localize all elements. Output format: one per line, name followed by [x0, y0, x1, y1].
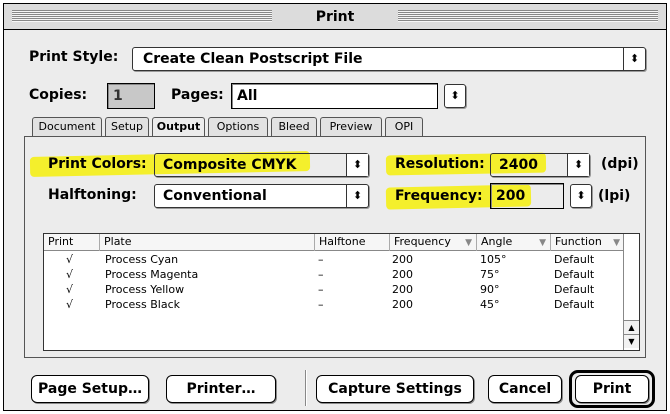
- window-title: Print: [272, 6, 398, 28]
- table-row[interactable]: √ Process Yellow – 200 90° Default: [44, 283, 624, 297]
- button-separator: [305, 370, 307, 406]
- column-header-plate[interactable]: Plate: [100, 234, 315, 251]
- frequency-value: 200: [392, 253, 413, 266]
- halftone-value: –: [318, 283, 324, 296]
- print-dialog: Print Print Style: Create Clean Postscri…: [3, 3, 667, 411]
- sort-arrow-icon: ▼: [539, 238, 546, 248]
- tab-document[interactable]: Document: [32, 117, 102, 136]
- column-header-function-label: Function: [555, 235, 602, 248]
- copies-field[interactable]: 1: [107, 83, 155, 109]
- plate-name: Process Magenta: [105, 268, 199, 281]
- table-row[interactable]: √ Process Magenta – 200 75° Default: [44, 268, 624, 282]
- frequency-popup-button[interactable]: ⬍: [570, 184, 592, 208]
- pages-field[interactable]: All: [231, 83, 438, 109]
- frequency-value: 200: [392, 268, 413, 281]
- print-button[interactable]: Print: [575, 375, 649, 403]
- print-colors-label: Print Colors:: [48, 156, 147, 172]
- title-stripes-right: [398, 10, 658, 22]
- frequency-value: 200: [496, 188, 526, 204]
- print-style-value: Create Clean Postscript File: [143, 51, 363, 67]
- table-row[interactable]: √ Process Black – 200 45° Default: [44, 298, 624, 312]
- pages-popup-button[interactable]: ⬍: [444, 84, 466, 108]
- plate-name: Process Cyan: [105, 253, 179, 266]
- function-value: Default: [554, 268, 595, 281]
- tab-bleed[interactable]: Bleed: [271, 117, 317, 136]
- tab-setup[interactable]: Setup: [105, 117, 149, 136]
- vertical-scrollbar[interactable]: ▲ ▼: [623, 234, 639, 350]
- double-arrow-icon: ⬍: [346, 154, 368, 176]
- pages-label: Pages:: [171, 87, 224, 103]
- column-header-frequency[interactable]: Frequency ▼: [390, 234, 477, 251]
- resolution-unit: (dpi): [601, 156, 639, 172]
- title-bar[interactable]: Print: [4, 4, 666, 30]
- print-colors-value: Composite CMYK: [163, 157, 297, 173]
- copies-label: Copies:: [29, 87, 88, 103]
- double-arrow-icon: ⬍: [450, 89, 460, 102]
- column-header-function[interactable]: Function ▼: [551, 234, 624, 251]
- capture-settings-button[interactable]: Capture Settings: [316, 375, 474, 403]
- print-style-select[interactable]: Create Clean Postscript File ⬍: [132, 47, 646, 71]
- double-arrow-icon: ⬍: [346, 185, 368, 207]
- halftoning-label: Halftoning:: [48, 187, 137, 203]
- print-check-icon[interactable]: √: [66, 298, 73, 312]
- print-check-icon[interactable]: √: [66, 283, 73, 297]
- scroll-up-icon[interactable]: ▲: [624, 320, 639, 334]
- page-setup-button[interactable]: Page Setup…: [31, 375, 149, 403]
- function-value: Default: [554, 253, 595, 266]
- tab-opi[interactable]: OPI: [385, 117, 423, 136]
- frequency-label: Frequency:: [395, 188, 483, 204]
- sort-arrow-icon: ▼: [465, 238, 472, 248]
- double-arrow-icon: ⬍: [567, 154, 589, 176]
- double-arrow-icon: ⬍: [576, 189, 586, 202]
- print-check-icon[interactable]: √: [66, 253, 73, 267]
- frequency-field[interactable]: 200: [490, 183, 564, 209]
- column-header-print[interactable]: Print: [44, 234, 100, 251]
- column-header-angle[interactable]: Angle ▼: [477, 234, 551, 251]
- table-row[interactable]: √ Process Cyan – 200 105° Default: [44, 253, 624, 267]
- frequency-value: 200: [392, 298, 413, 311]
- function-value: Default: [554, 298, 595, 311]
- sort-arrow-icon: ▼: [613, 238, 620, 248]
- copies-value: 1: [113, 88, 123, 104]
- resolution-value: 2400: [499, 157, 538, 173]
- angle-value: 90°: [480, 283, 500, 296]
- halftone-value: –: [318, 268, 324, 281]
- printer-button[interactable]: Printer…: [166, 375, 276, 403]
- angle-value: 105°: [480, 253, 507, 266]
- title-stripes-left: [12, 10, 272, 22]
- halftone-value: –: [318, 298, 324, 311]
- plates-table: Print Plate Halftone Frequency ▼ Angle ▼…: [43, 233, 640, 351]
- double-arrow-icon: ⬍: [623, 48, 645, 70]
- plate-name: Process Yellow: [105, 283, 185, 296]
- cancel-button[interactable]: Cancel: [488, 375, 562, 403]
- tab-output[interactable]: Output: [152, 117, 205, 137]
- tab-options[interactable]: Options: [208, 117, 268, 136]
- plates-table-header: Print Plate Halftone Frequency ▼ Angle ▼…: [44, 234, 624, 251]
- angle-value: 75°: [480, 268, 500, 281]
- function-value: Default: [554, 283, 595, 296]
- print-style-label: Print Style:: [29, 49, 119, 65]
- column-header-angle-label: Angle: [481, 235, 513, 248]
- halftone-value: –: [318, 253, 324, 266]
- halftoning-select[interactable]: Conventional ⬍: [154, 184, 369, 208]
- print-check-icon[interactable]: √: [66, 268, 73, 282]
- tab-preview[interactable]: Preview: [320, 117, 382, 136]
- pages-value: All: [237, 88, 258, 104]
- column-header-halftone[interactable]: Halftone: [315, 234, 390, 251]
- halftoning-value: Conventional: [163, 188, 267, 204]
- frequency-value: 200: [392, 283, 413, 296]
- frequency-unit: (lpi): [598, 188, 631, 204]
- scroll-down-icon[interactable]: ▼: [624, 334, 639, 348]
- column-header-frequency-label: Frequency: [394, 235, 451, 248]
- print-colors-select[interactable]: Composite CMYK ⬍: [154, 153, 369, 177]
- resolution-select[interactable]: 2400 ⬍: [490, 153, 590, 177]
- plate-name: Process Black: [105, 298, 180, 311]
- angle-value: 45°: [480, 298, 500, 311]
- resolution-label: Resolution:: [395, 156, 485, 172]
